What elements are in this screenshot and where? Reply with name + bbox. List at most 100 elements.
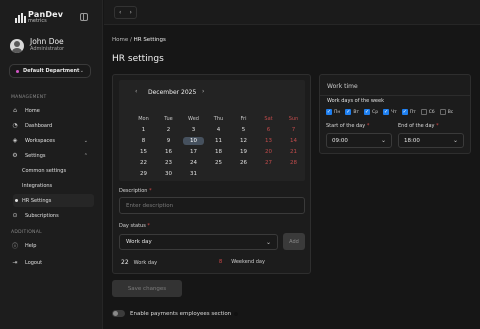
sidebar-item-label: Workspaces: [25, 137, 55, 144]
calendar-day[interactable]: 14: [281, 138, 306, 144]
breadcrumb-current: HR Settings: [133, 37, 166, 43]
info-icon[interactable]: [234, 311, 239, 316]
additional-section-label: ADDITIONAL: [11, 230, 42, 235]
payments-toggle[interactable]: [112, 310, 125, 317]
work-day-label: Пт: [409, 109, 416, 115]
sidebar-item-integrations[interactable]: Integrations: [13, 179, 94, 192]
checkbox-unchecked-icon[interactable]: [420, 109, 427, 115]
sidebar-item-label: HR Settings: [22, 197, 52, 204]
calendar-day[interactable]: 19: [231, 149, 256, 155]
calendar-day[interactable]: 2: [156, 127, 181, 133]
calendar-day[interactable]: 18: [206, 149, 231, 155]
work-time-title: Work time: [327, 83, 358, 90]
calendar-day[interactable]: 1: [131, 127, 156, 133]
calendar-day[interactable]: 26: [231, 160, 256, 166]
user-profile[interactable]: John Doe Administrator: [10, 38, 64, 53]
calendar-day[interactable]: 22: [131, 160, 156, 166]
calendar-day[interactable]: 29: [131, 171, 156, 177]
calendar-day[interactable]: 28: [281, 160, 306, 166]
calendar-day[interactable]: 10: [181, 136, 206, 145]
logout-icon: ⇥: [12, 259, 18, 266]
page-title: HR settings: [112, 54, 164, 64]
calendar-day[interactable]: 8: [131, 138, 156, 144]
prev-month-icon[interactable]: ‹: [135, 88, 137, 95]
calendar-day[interactable]: 9: [156, 138, 181, 144]
sidebar-item-logout[interactable]: ⇥ Logout: [9, 256, 94, 269]
calendar-day[interactable]: 5: [231, 127, 256, 133]
gear-icon: ⚙: [12, 152, 18, 159]
checkbox-checked-icon[interactable]: ✓: [401, 109, 408, 115]
start-time-value: 09:00: [332, 137, 348, 144]
sidebar-item-subscriptions[interactable]: ⊙ Subscriptions: [9, 209, 94, 222]
back-arrow-icon[interactable]: ‹: [119, 9, 121, 16]
breadcrumb: Home / HR Settings: [112, 37, 166, 43]
work-day-count: 22: [121, 259, 129, 266]
calendar-grid: Mon Tue Wed Thu Fri Sat Sun 1 2 3 4 5 6 7 8 9 10 11 12 13 1…: [131, 113, 306, 179]
sidebar-item-common-settings[interactable]: Common settings: [13, 164, 94, 177]
work-day-option[interactable]: ✓ Чт: [383, 109, 397, 115]
start-time-select[interactable]: 09:00 ⌄: [326, 133, 392, 148]
calendar-card: ‹ December 2025 › Mon Tue Wed Thu Fri Sat Sun …: [112, 74, 311, 274]
weekday-header: Fri: [240, 115, 247, 122]
work-day-option[interactable]: ✓ Пт: [401, 109, 416, 115]
checkbox-checked-icon[interactable]: ✓: [326, 109, 332, 115]
work-day-option[interactable]: ✓ Вт: [345, 109, 359, 115]
sidebar-item-dashboard[interactable]: ◔ Dashboard: [9, 119, 94, 132]
calendar-day[interactable]: 4: [206, 127, 231, 133]
weekday-header: Mon: [138, 115, 149, 122]
calendar-day[interactable]: 12: [231, 138, 256, 144]
collapse-sidebar-icon[interactable]: [80, 13, 88, 21]
checkbox-checked-icon[interactable]: ✓: [345, 109, 352, 115]
checkbox-checked-icon[interactable]: ✓: [364, 109, 371, 115]
work-day-label: Вс: [447, 109, 454, 115]
chevron-down-icon: ⌄: [83, 137, 88, 144]
calendar-day[interactable]: 15: [131, 149, 156, 155]
calendar-day[interactable]: 25: [206, 160, 231, 166]
sidebar-item-hr-settings[interactable]: HR Settings: [13, 194, 94, 207]
calendar-day[interactable]: 16: [156, 149, 181, 155]
sidebar-item-workspaces[interactable]: ◈ Workspaces ⌄: [9, 134, 94, 147]
sidebar-item-settings[interactable]: ⚙ Settings ⌃: [9, 149, 94, 162]
history-nav[interactable]: ‹ ›: [114, 6, 137, 19]
breadcrumb-home[interactable]: Home: [112, 37, 128, 43]
add-button[interactable]: Add: [283, 233, 305, 250]
active-dot: [15, 199, 18, 202]
calendar-day[interactable]: 27: [256, 160, 281, 166]
calendar-day[interactable]: 31: [181, 171, 206, 177]
sidebar-item-label: Common settings: [22, 167, 67, 174]
department-select[interactable]: Default Department ⌄: [9, 64, 91, 78]
calendar-day[interactable]: 3: [181, 127, 206, 133]
sidebar-item-label: Help: [25, 242, 37, 249]
sidebar-item-label: Settings: [25, 152, 46, 159]
sidebar-item-label: Dashboard: [25, 122, 53, 129]
work-day-label: Work day: [133, 259, 158, 266]
calendar-day[interactable]: 20: [256, 149, 281, 155]
calendar-day[interactable]: 11: [206, 138, 231, 144]
forward-arrow-icon[interactable]: ›: [130, 9, 132, 16]
work-time-card: Work time Work days of the week ✓ Пн ✓ Вт ✓ С…: [319, 74, 471, 154]
work-day-option[interactable]: Вс: [439, 109, 454, 115]
start-time-label: Start of the day *: [326, 123, 370, 129]
calendar-day[interactable]: 23: [156, 160, 181, 166]
end-time-select[interactable]: 18:00 ⌄: [398, 133, 464, 148]
calendar-day[interactable]: 7: [281, 127, 306, 133]
checkbox-unchecked-icon[interactable]: [439, 109, 446, 115]
logo[interactable]: PanDev metrics: [15, 11, 63, 24]
calendar-day[interactable]: 24: [181, 160, 206, 166]
calendar-day[interactable]: 17: [181, 149, 206, 155]
next-month-icon[interactable]: ›: [202, 88, 204, 95]
calendar-day[interactable]: 21: [281, 149, 306, 155]
calendar-day[interactable]: 13: [256, 138, 281, 144]
calendar-day[interactable]: 6: [256, 127, 281, 133]
sidebar-item-home[interactable]: ⌂ Home: [9, 104, 94, 117]
work-day-option[interactable]: Сб: [420, 109, 435, 115]
checkbox-checked-icon[interactable]: ✓: [383, 109, 390, 115]
work-day-option[interactable]: ✓ Ср: [364, 109, 378, 115]
day-status-select[interactable]: Work day ⌄: [119, 234, 278, 250]
calendar-day[interactable]: 30: [156, 171, 181, 177]
calendar-week: 8 9 10 11 12 13 14: [131, 135, 306, 146]
work-day-option[interactable]: ✓ Пн: [326, 109, 340, 115]
description-input[interactable]: Enter description: [119, 197, 305, 214]
sidebar-item-help[interactable]: ⓘ Help: [9, 239, 94, 252]
save-button[interactable]: Save changes: [112, 280, 182, 297]
